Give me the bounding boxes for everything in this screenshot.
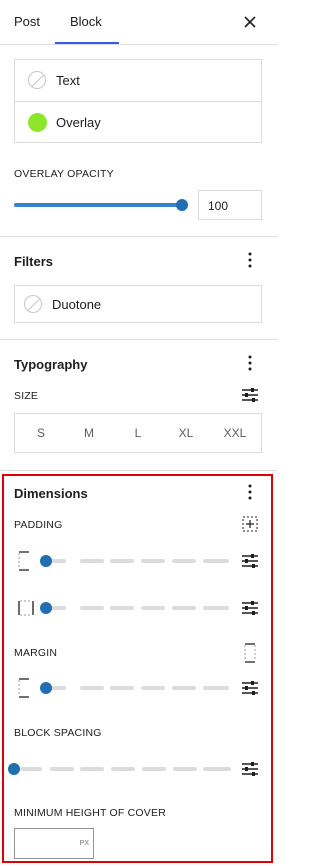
padding-horizontal-slider[interactable]	[38, 601, 232, 615]
sliders-icon[interactable]	[240, 599, 260, 617]
box-sides-icon[interactable]	[240, 515, 260, 533]
slider-track-segment	[203, 606, 229, 610]
slider-track-segment	[173, 767, 197, 771]
slider-track-segment	[110, 686, 134, 690]
header-divider	[0, 44, 277, 45]
dimensions-highlight-frame	[2, 474, 273, 863]
slider-track-segment	[172, 559, 196, 563]
close-icon[interactable]	[241, 13, 259, 31]
color-item-overlay[interactable]: Overlay	[15, 102, 261, 143]
margin-vertical-slider[interactable]	[38, 681, 232, 695]
slider-track-segment	[110, 559, 134, 563]
overlay-opacity-value: 100	[208, 199, 229, 213]
no-color-swatch-icon	[24, 295, 42, 313]
slider-track-segment	[141, 686, 165, 690]
slider-track-segment	[110, 606, 134, 610]
overlay-opacity-slider[interactable]	[14, 198, 188, 212]
tab-block[interactable]: Block	[70, 0, 102, 44]
font-size-xxl[interactable]: XXL	[214, 414, 256, 452]
font-size-m[interactable]: M	[69, 414, 109, 452]
more-vertical-icon[interactable]	[242, 483, 258, 501]
color-item-overlay-label: Overlay	[56, 115, 101, 130]
font-size-picker: S M L XL XXL	[14, 413, 262, 453]
slider-track-segment	[80, 559, 104, 563]
slider-track-segment	[141, 559, 165, 563]
block-spacing-label: BLOCK SPACING	[14, 727, 102, 739]
filters-title: Filters	[14, 254, 54, 269]
block-spacing-slider[interactable]	[8, 762, 234, 776]
slider-track-segment	[142, 767, 166, 771]
sliders-icon[interactable]	[240, 552, 260, 570]
slider-track-segment	[172, 606, 196, 610]
unit-select[interactable]: PX	[80, 840, 89, 847]
section-divider	[0, 470, 277, 471]
font-size-xl[interactable]: XL	[166, 414, 206, 452]
overlay-opacity-label: OVERLAY OPACITY	[14, 168, 114, 180]
slider-thumb[interactable]	[40, 555, 52, 567]
side-top-icon	[16, 550, 32, 572]
slider-track-segment	[80, 686, 104, 690]
sliders-icon[interactable]	[240, 760, 260, 778]
side-top-icon	[16, 677, 32, 699]
overlay-color-swatch	[28, 113, 47, 132]
no-color-swatch-icon	[28, 71, 46, 89]
slider-thumb[interactable]	[40, 602, 52, 614]
sliders-icon[interactable]	[240, 386, 260, 404]
color-item-text-label: Text	[56, 73, 80, 88]
duotone-button[interactable]: Duotone	[14, 285, 262, 323]
duotone-label: Duotone	[52, 297, 102, 312]
margin-label: MARGIN	[14, 647, 58, 659]
side-left-icon	[16, 597, 36, 619]
more-vertical-icon[interactable]	[242, 251, 258, 269]
minimum-height-label: MINIMUM HEIGHT OF COVER	[14, 807, 166, 819]
font-size-s[interactable]: S	[21, 414, 61, 452]
section-divider	[0, 339, 277, 340]
slider-track-segment	[172, 686, 196, 690]
dimensions-title: Dimensions	[14, 486, 88, 501]
sliders-icon[interactable]	[240, 679, 260, 697]
color-item-text[interactable]: Text	[15, 60, 261, 101]
slider-track-segment	[203, 686, 229, 690]
side-top-icon[interactable]	[242, 642, 258, 664]
slider-track-segment	[141, 606, 165, 610]
font-size-label: SIZE	[14, 390, 39, 402]
slider-track-segment	[203, 559, 229, 563]
slider-track-segment	[50, 767, 74, 771]
padding-vertical-slider[interactable]	[38, 554, 232, 568]
slider-thumb[interactable]	[176, 199, 188, 211]
slider-track-segment	[20, 767, 42, 771]
font-size-l[interactable]: L	[118, 414, 158, 452]
minimum-height-input[interactable]: PX	[14, 828, 94, 859]
padding-label: PADDING	[14, 519, 63, 531]
slider-thumb[interactable]	[40, 682, 52, 694]
overlay-opacity-input[interactable]: 100	[198, 190, 262, 220]
section-divider	[0, 236, 277, 237]
tab-post[interactable]: Post	[14, 0, 40, 44]
slider-track-segment	[80, 606, 104, 610]
slider-track-segment	[111, 767, 135, 771]
slider-track-segment	[203, 767, 231, 771]
slider-filled-track	[14, 203, 182, 207]
more-vertical-icon[interactable]	[242, 354, 258, 372]
slider-thumb[interactable]	[8, 763, 20, 775]
typography-title: Typography	[14, 357, 88, 372]
slider-track-segment	[80, 767, 104, 771]
color-settings: Text Overlay	[14, 59, 262, 143]
